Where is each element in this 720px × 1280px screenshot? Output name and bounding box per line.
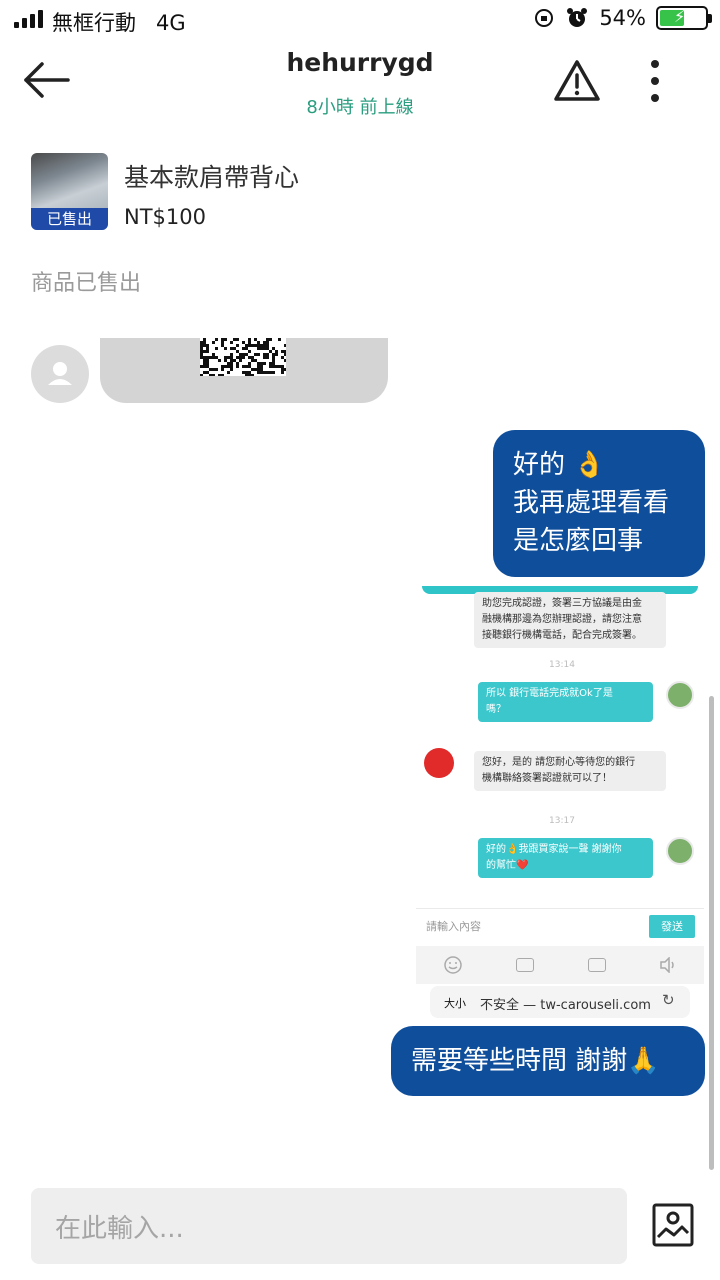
message-line: 好的 👌 xyxy=(513,450,606,480)
screenshot-text: 嗎？ xyxy=(486,704,506,715)
screenshot-time: 13:17 xyxy=(549,816,575,826)
speaker-icon xyxy=(660,957,674,973)
last-online-status: 8小時 前上線 xyxy=(306,97,414,118)
screenshot-text-size: 大小 xyxy=(444,997,466,1010)
battery-percent: 54% xyxy=(599,6,646,30)
screenshot-user-message-2: 好的👌我跟買家說一聲 謝謝你 的幫忙❤️ xyxy=(478,838,653,878)
screenshot-url: 不安全 — tw-carouseli.com xyxy=(480,998,651,1013)
folder-icon xyxy=(587,958,606,972)
screenshot-time: 13:14 xyxy=(549,660,575,670)
screenshot-input-bar: 請輸入內容 發送 xyxy=(416,908,704,944)
screenshot-text: 所以 銀行電話完成就Ok了是 xyxy=(486,688,613,699)
product-thumbnail[interactable]: 已售出 xyxy=(31,153,108,230)
incoming-image-message[interactable] xyxy=(100,338,388,403)
screenshot-text: 您好，是的 請您耐心等待您的銀行 xyxy=(482,757,636,768)
orientation-lock-icon xyxy=(535,9,554,27)
screenshot-send-button: 發送 xyxy=(649,915,695,938)
battery-icon: ⚡ xyxy=(656,6,712,30)
screenshot-user-message-1: 所以 銀行電話完成就Ok了是 嗎？ xyxy=(478,682,653,722)
screenshot-text: 好的👌我跟買家說一聲 謝謝你 xyxy=(486,844,622,855)
sold-note: 商品已售出 xyxy=(31,271,142,296)
chat-header: hehurrygd 8小時 前上線 xyxy=(0,40,720,130)
screenshot-input-placeholder: 請輸入內容 xyxy=(426,920,481,933)
screenshot-url-bar: 大小 不安全 — tw-carouseli.com ↻ xyxy=(430,986,690,1018)
qr-code-image xyxy=(200,338,286,376)
screenshot-agent-avatar xyxy=(424,748,454,778)
network-type: 4G xyxy=(156,11,186,35)
screenshot-image-message[interactable]: 助您完成認證，簽署三方協議是由金 融機構那邊為您辦理認證，請您注意 接聽銀行機構… xyxy=(416,586,704,1018)
user-placeholder-icon xyxy=(48,362,72,385)
product-price: NT$100 xyxy=(124,205,206,229)
screenshot-agent-message-top: 助您完成認證，簽署三方協議是由金 融機構那邊為您辦理認證，請您注意 接聽銀行機構… xyxy=(474,592,666,648)
photo-icon[interactable] xyxy=(652,1203,694,1247)
outgoing-message-2[interactable]: 需要等些時間 謝謝🙏 xyxy=(391,1026,705,1096)
screenshot-toolbar xyxy=(416,946,704,984)
status-bar: 無框行動 4G 54% ⚡ xyxy=(0,0,720,40)
alarm-icon xyxy=(567,8,588,27)
sold-badge: 已售出 xyxy=(31,208,108,230)
screenshot-text: 機構聯絡簽署認證就可以了！ xyxy=(482,773,612,784)
product-title[interactable]: 基本款肩帶背心 xyxy=(124,158,299,194)
screenshot-user-avatar xyxy=(666,837,694,865)
charging-bolt-icon: ⚡ xyxy=(674,7,686,26)
message-input[interactable]: 在此輸入... xyxy=(31,1188,627,1264)
message-line: 是怎麼回事 xyxy=(513,526,644,556)
screenshot-user-avatar xyxy=(666,681,694,709)
screenshot-text: 的幫忙❤️ xyxy=(486,860,529,871)
outgoing-message-1[interactable]: 好的 👌 我再處理看看 是怎麼回事 xyxy=(493,430,705,577)
screenshot-text: 接聽銀行機構電話，配合完成簽署。 xyxy=(482,630,642,641)
carrier-label: 無框行動 4G xyxy=(52,7,186,37)
screenshot-text: 助您完成認證，簽署三方協議是由金 xyxy=(482,598,642,609)
more-options-icon[interactable] xyxy=(643,56,667,106)
battery-cap xyxy=(708,14,712,23)
screenshot-text: 融機構那邊為您辦理認證，請您注意 xyxy=(482,614,642,625)
carrier-name: 無框行動 xyxy=(52,11,136,35)
image-icon xyxy=(516,958,535,972)
scrollbar[interactable] xyxy=(709,696,714,1170)
report-warning-icon[interactable] xyxy=(552,58,602,104)
emoji-icon xyxy=(444,956,462,974)
chat-username[interactable]: hehurrygd xyxy=(0,48,720,77)
message-line: 我再處理看看 xyxy=(513,488,670,518)
screenshot-agent-message: 您好，是的 請您耐心等待您的銀行 機構聯絡簽署認證就可以了！ xyxy=(474,751,666,791)
status-right: 54% ⚡ xyxy=(533,6,712,30)
user-avatar[interactable] xyxy=(31,345,89,403)
reload-icon: ↻ xyxy=(662,991,675,1009)
signal-icon xyxy=(14,10,43,28)
